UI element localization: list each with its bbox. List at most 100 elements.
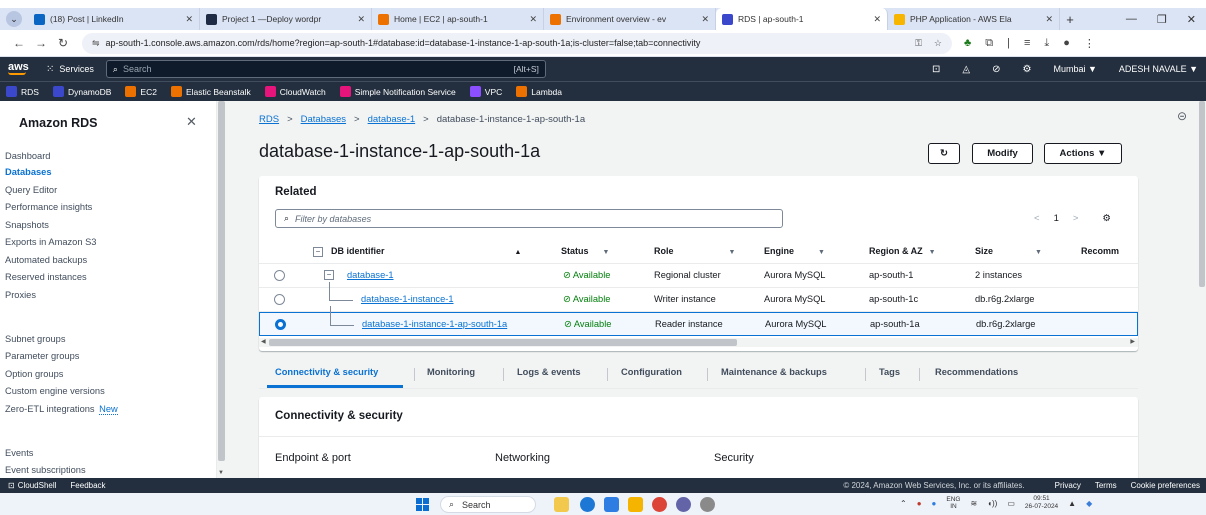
tab-logs-events[interactable]: Logs & events <box>517 367 581 377</box>
sidebar-item-performance-insights[interactable]: Performance insights <box>5 202 92 212</box>
next-page-icon[interactable]: > <box>1073 213 1079 224</box>
close-tab-icon[interactable]: ✕ <box>529 14 537 25</box>
site-info-icon[interactable]: ⇋ <box>92 38 100 49</box>
scroll-down-arrow-icon[interactable]: ▼ <box>218 470 224 476</box>
cookie-preferences-link[interactable]: Cookie preferences <box>1131 481 1200 490</box>
favorite-cloudwatch[interactable]: CloudWatch <box>264 86 326 97</box>
favorite-vpc[interactable]: VPC <box>469 86 502 97</box>
cloudshell-icon[interactable]: ⊡ <box>932 64 940 75</box>
sidebar-item-query-editor[interactable]: Query Editor <box>5 185 57 195</box>
back-icon[interactable]: ← <box>8 36 30 50</box>
account-menu[interactable]: ADESH NAVALE ▼ <box>1119 64 1198 74</box>
show-hidden-icons-icon[interactable]: ⌃ <box>900 499 907 508</box>
table-scroll-thumb[interactable] <box>269 339 737 346</box>
help-icon[interactable]: ⊘ <box>992 64 1000 75</box>
teams-icon[interactable] <box>676 497 691 512</box>
table-preferences-gear-icon[interactable]: ⚙ <box>1102 213 1111 224</box>
taskbar-search[interactable]: ⌕ Search <box>440 496 536 513</box>
windows-start-icon[interactable] <box>416 498 429 511</box>
file-explorer-icon[interactable] <box>628 497 643 512</box>
favorite-simple-notification-service[interactable]: Simple Notification Service <box>339 86 456 97</box>
feedback-link[interactable]: Feedback <box>70 481 105 490</box>
collapse-all-icon[interactable]: − <box>313 247 323 257</box>
battery-icon[interactable]: ▭ <box>1007 499 1015 508</box>
tab-tags[interactable]: Tags <box>879 367 900 377</box>
favorite-lambda[interactable]: Lambda <box>516 86 562 97</box>
sidebar-item-parameter-groups[interactable]: Parameter groups <box>5 351 79 361</box>
tab-monitoring[interactable]: Monitoring <box>427 367 475 377</box>
favorite-elastic-beanstalk[interactable]: Elastic Beanstalk <box>170 86 251 97</box>
clock[interactable]: 09:51 26-07-2024 <box>1025 495 1058 511</box>
sidebar-item-snapshots[interactable]: Snapshots <box>5 220 49 230</box>
settings-gear-icon[interactable]: ⚙ <box>1023 64 1032 75</box>
language-indicator[interactable]: ENG IN <box>946 496 960 510</box>
copilot-icon[interactable]: ◆ <box>1086 499 1092 508</box>
modify-button[interactable]: Modify <box>972 143 1033 164</box>
sidebar-item-custom-engine-versions[interactable]: Custom engine versions <box>5 386 105 396</box>
collapse-row-icon[interactable]: − <box>324 270 334 280</box>
close-sidebar-icon[interactable]: ✕ <box>186 114 197 130</box>
close-tab-icon[interactable]: ✕ <box>357 14 365 25</box>
tab-search-button[interactable]: ⌄ <box>0 8 28 30</box>
terms-link[interactable]: Terms <box>1095 481 1117 490</box>
favorite-dynamodb[interactable]: DynamoDB <box>52 86 111 97</box>
forward-icon[interactable]: → <box>30 36 52 50</box>
browser-tab[interactable]: Home | EC2 | ap-south-1 ✕ <box>372 8 544 30</box>
db-identifier-link[interactable]: database-1-instance-1-ap-south-1a <box>362 319 507 329</box>
column-header-status[interactable]: Status ▼ <box>561 246 609 256</box>
sidebar-item-zero-etl-integrations[interactable]: Zero-ETL integrations New <box>5 404 118 415</box>
widgets-icon[interactable] <box>554 497 569 512</box>
breadcrumb-databases[interactable]: Databases <box>301 114 346 125</box>
browser-tab[interactable]: PHP Application - AWS Ela ✕ <box>888 8 1060 30</box>
volume-icon[interactable]: ◖)) <box>987 499 997 508</box>
table-row-selected[interactable]: database-1-instance-1-ap-south-1a ⊘ Avai… <box>259 306 1138 336</box>
sidebar-item-automated-backups[interactable]: Automated backups <box>5 255 87 265</box>
column-header-size[interactable]: Size ▼ <box>975 246 1042 256</box>
browser-tab[interactable]: RDS | ap-south-1 ✕ <box>716 8 888 30</box>
browser-tab[interactable]: Environment overview - ev ✕ <box>544 8 716 30</box>
bookmark-star-icon[interactable]: ☆ <box>934 38 942 49</box>
info-panel-icon[interactable]: ⊝ <box>1177 109 1187 123</box>
sidebar-scroll-thumb[interactable] <box>218 101 225 461</box>
sidebar-scrollbar[interactable]: ▼ <box>217 101 226 478</box>
column-header-region-az[interactable]: Region & AZ ▼ <box>869 246 936 256</box>
sidebar-item-dashboard[interactable]: Dashboard <box>5 151 50 161</box>
region-selector[interactable]: Mumbai ▼ <box>1053 64 1096 74</box>
settings-app-icon[interactable] <box>700 497 715 512</box>
current-page-number[interactable]: 1 <box>1054 213 1059 224</box>
favorite-ec2[interactable]: EC2 <box>125 86 157 97</box>
refresh-button[interactable]: ↻ <box>928 143 960 164</box>
breadcrumb-rds[interactable]: RDS <box>259 114 279 125</box>
column-header-engine[interactable]: Engine ▼ <box>764 246 825 256</box>
browser-tab[interactable]: (18) Post | LinkedIn ✕ <box>28 8 200 30</box>
column-header-db-identifier[interactable]: DB identifier ▲ <box>331 246 521 256</box>
extensions-puzzle-icon[interactable]: ⧉ <box>985 37 993 50</box>
sidebar-item-events[interactable]: Events <box>5 448 33 458</box>
search-input[interactable]: ⌕ Search [Alt+S] <box>105 60 546 78</box>
row-radio[interactable] <box>274 294 285 305</box>
reading-list-icon[interactable]: ≡ <box>1024 37 1030 49</box>
close-tab-icon[interactable]: ✕ <box>873 14 881 25</box>
tab-connectivity-security[interactable]: Connectivity & security <box>275 367 378 377</box>
favorite-rds[interactable]: RDS <box>6 86 39 97</box>
table-horizontal-scrollbar[interactable]: ◀ ▶ <box>259 338 1138 347</box>
aws-logo[interactable]: aws <box>0 62 34 75</box>
sidebar-item-proxies[interactable]: Proxies <box>5 290 36 300</box>
download-icon[interactable]: ⤓ <box>1044 37 1049 50</box>
page-scroll-thumb[interactable] <box>1199 101 1205 287</box>
db-identifier-link[interactable]: database-1 <box>347 270 394 280</box>
edge-browser-icon[interactable] <box>580 497 595 512</box>
browser-menu-icon[interactable]: ⋮ <box>1084 37 1095 50</box>
actions-button[interactable]: Actions ▼ <box>1044 143 1122 164</box>
close-tab-icon[interactable]: ✕ <box>1045 14 1053 25</box>
row-radio[interactable] <box>274 270 285 281</box>
sidebar-item-reserved-instances[interactable]: Reserved instances <box>5 272 87 282</box>
close-tab-icon[interactable]: ✕ <box>701 14 709 25</box>
store-icon[interactable] <box>604 497 619 512</box>
extension-icon[interactable]: ♣ <box>964 37 971 49</box>
table-row[interactable]: database-1-instance-1 ⊘ Available Writer… <box>259 282 1138 312</box>
previous-page-icon[interactable]: < <box>1034 213 1040 224</box>
scroll-left-arrow-icon[interactable]: ◀ <box>261 338 266 345</box>
restore-icon[interactable]: ❐ <box>1157 13 1167 26</box>
minimize-icon[interactable]: — <box>1126 13 1137 26</box>
